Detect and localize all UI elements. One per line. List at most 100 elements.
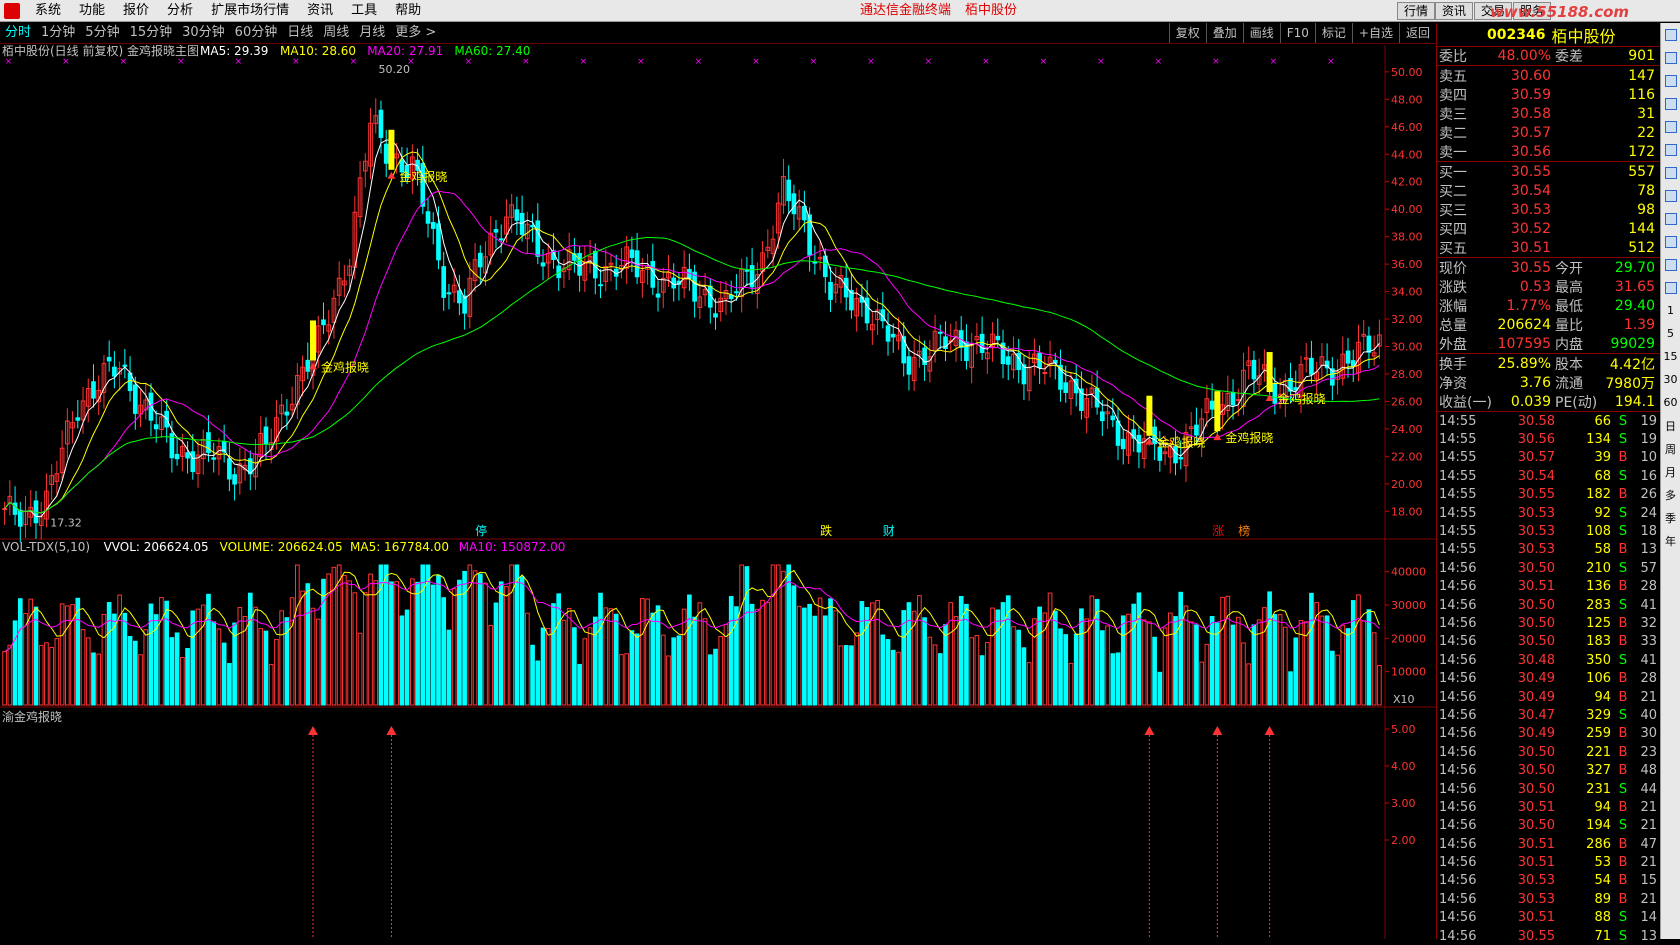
volume-bar	[357, 632, 363, 706]
sidebar-period-2[interactable]: 15	[1661, 345, 1680, 368]
ask-row[interactable]: 卖二 30.57 22	[1437, 123, 1660, 142]
toolbar-back-button[interactable]: 返回	[1398, 23, 1436, 43]
volume-bar	[1152, 636, 1157, 706]
price-tick-label: 42.00	[1391, 176, 1423, 189]
period-intraday[interactable]: 分时	[0, 23, 36, 43]
sidebar-period-6[interactable]: 周	[1661, 437, 1680, 460]
sidebar-period-5[interactable]: 日	[1661, 414, 1680, 437]
indicator-arrow-icon	[1264, 726, 1275, 735]
volume-bar	[253, 606, 258, 706]
period-daily[interactable]: 日线	[282, 23, 318, 43]
bid-row[interactable]: 买五 30.51 512	[1437, 238, 1660, 257]
menu-item-help[interactable]: 帮助	[386, 0, 430, 22]
volume-bar	[833, 610, 839, 706]
sidebar-tool-icon[interactable]	[1661, 46, 1680, 69]
ask-row[interactable]: 卖五 30.60 147	[1437, 66, 1660, 85]
volume-bar	[1141, 619, 1147, 706]
candle-body	[728, 294, 734, 300]
sidebar-tool-icon[interactable]	[1661, 115, 1680, 138]
toolbar-mark-button[interactable]: 标记	[1314, 23, 1352, 43]
menu-item-analysis[interactable]: 分析	[158, 0, 202, 22]
candle-body	[864, 297, 870, 324]
menu-item-news[interactable]: 资讯	[298, 0, 342, 22]
sidebar-tool-icon[interactable]	[1661, 253, 1680, 276]
sidebar-tool-icon[interactable]	[1661, 92, 1680, 115]
chart-area[interactable]: 50.00 48.00 46.00 44.00 42.00 40.00 38.00 36.00…	[0, 45, 1436, 939]
period-30min[interactable]: 30分钟	[177, 23, 230, 43]
top-marker: ×	[982, 57, 990, 67]
bid-row[interactable]: 买四 30.52 144	[1437, 219, 1660, 238]
sidebar-period-7[interactable]: 月	[1661, 460, 1680, 483]
ask-row[interactable]: 卖三 30.58 31	[1437, 104, 1660, 123]
menu-item-system[interactable]: 系统	[26, 0, 70, 22]
top-button-news[interactable]: 资讯	[1435, 2, 1474, 20]
bid-row[interactable]: 买三 30.53 98	[1437, 200, 1660, 219]
period-weekly[interactable]: 周线	[318, 23, 354, 43]
menu-item-extended-market[interactable]: 扩展市场行情	[202, 0, 298, 22]
toolbar-adjust-button[interactable]: 复权	[1168, 23, 1206, 43]
ask-row[interactable]: 卖四 30.59 116	[1437, 85, 1660, 104]
volume-bar	[650, 612, 656, 706]
period-60min[interactable]: 60分钟	[230, 23, 283, 43]
sidebar-period-9[interactable]: 季	[1661, 506, 1680, 529]
volume-bar	[619, 654, 624, 706]
signal-bar	[388, 129, 395, 170]
top-button-market[interactable]: 行情	[1397, 2, 1436, 20]
menu-item-tools[interactable]: 工具	[342, 0, 386, 22]
sidebar-period-4[interactable]: 60	[1661, 391, 1680, 414]
volume-bar	[148, 603, 154, 706]
period-5min[interactable]: 5分钟	[80, 23, 124, 43]
toolbar-overlay-button[interactable]: 叠加	[1205, 23, 1243, 43]
sidebar-tool-icon[interactable]	[1661, 276, 1680, 299]
candle-body	[828, 281, 833, 300]
sidebar-period-10[interactable]: 年	[1661, 529, 1680, 552]
volume-bar	[457, 579, 462, 706]
top-marker: ×	[637, 57, 645, 67]
sidebar-period-3[interactable]: 30	[1661, 368, 1680, 391]
candle-body	[321, 319, 326, 326]
sidebar-period-0[interactable]: 1	[1661, 299, 1680, 322]
sidebar-period-1[interactable]: 5	[1661, 322, 1680, 345]
sidebar-period-8[interactable]: 多	[1661, 483, 1680, 506]
sidebar-tool-icon[interactable]	[1661, 184, 1680, 207]
volume-bar	[206, 593, 211, 706]
volume-bar	[890, 649, 896, 706]
volume-bar	[493, 602, 499, 706]
menu-item-quote[interactable]: 报价	[114, 0, 158, 22]
candle-body	[227, 458, 232, 480]
sidebar-tool-icon[interactable]	[1661, 230, 1680, 253]
volume-bar	[812, 615, 818, 706]
toolbar-f10-button[interactable]: F10	[1279, 23, 1315, 43]
volume-bar	[1167, 612, 1173, 706]
period-more[interactable]: 更多 >	[390, 23, 441, 43]
period-monthly[interactable]: 月线	[354, 23, 390, 43]
volume-bar	[1131, 603, 1137, 706]
volume-bar	[802, 607, 807, 706]
candle-body	[425, 211, 431, 224]
period-15min[interactable]: 15分钟	[125, 23, 178, 43]
period-1min[interactable]: 1分钟	[36, 23, 80, 43]
sidebar-tool-icon[interactable]	[1661, 161, 1680, 184]
volume-bar	[514, 564, 520, 706]
sidebar-tool-icon[interactable]	[1661, 23, 1680, 46]
sidebar-tool-icon[interactable]	[1661, 138, 1680, 161]
sidebar-tool-icon[interactable]	[1661, 69, 1680, 92]
quote-stats: 现价 30.55 今开 29.70 涨跌 0.53 最高 31.65 涨幅 1.77% 最低 29.4…	[1437, 258, 1660, 354]
sidebar-tool-icon[interactable]	[1661, 207, 1680, 230]
high-price-label: 50.20	[379, 63, 411, 76]
candle-body	[91, 381, 96, 399]
top-marker: ×	[695, 57, 703, 67]
volume-bar	[504, 586, 509, 706]
candle-body	[17, 509, 23, 527]
price-tick-label: 40.00	[1391, 203, 1423, 216]
bid-row[interactable]: 买二 30.54 78	[1437, 181, 1660, 200]
toolbar-draw-button[interactable]: 画线	[1242, 23, 1280, 43]
menu-item-function[interactable]: 功能	[70, 0, 114, 22]
volume-bar	[509, 564, 514, 706]
candle-body	[713, 313, 718, 318]
volume-bar	[681, 608, 687, 706]
ask-row[interactable]: 卖一 30.56 172	[1437, 142, 1660, 161]
bid-row[interactable]: 买一 30.55 557	[1437, 162, 1660, 181]
volume-bar	[702, 618, 708, 706]
toolbar-watchlist-button[interactable]: +自选	[1351, 23, 1399, 43]
